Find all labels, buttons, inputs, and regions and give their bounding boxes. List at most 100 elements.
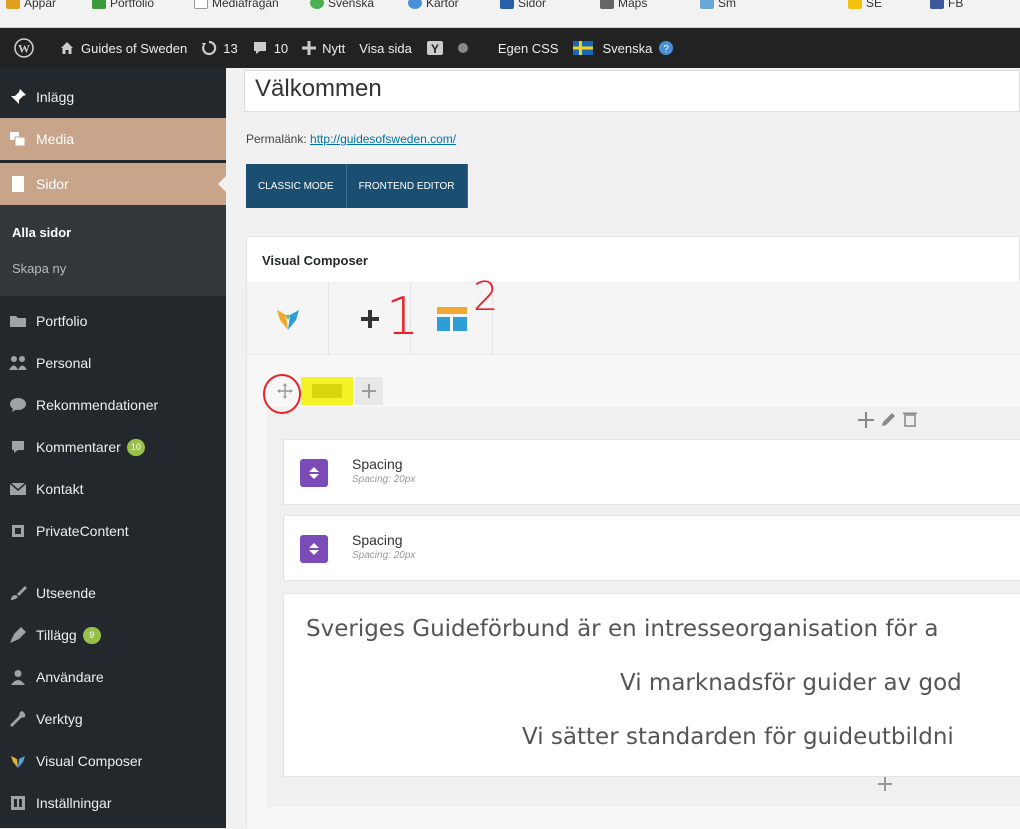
new-content-link[interactable]: Nytt (295, 28, 352, 68)
yoast-icon: Y (426, 41, 443, 56)
bookmark-icon (310, 0, 324, 9)
page-icon (194, 0, 208, 9)
sidebar-item-users[interactable]: Användare (0, 656, 226, 698)
vc-logo-icon (276, 310, 299, 330)
spacing-element[interactable]: Spacing Spacing: 20px (283, 515, 1020, 581)
sidebar-item-privatecontent[interactable]: PrivateContent (0, 510, 226, 552)
bookmark-icon (848, 0, 862, 9)
comments-link[interactable]: 10 (245, 28, 295, 68)
bookmark-media[interactable]: Mediafrågan (194, 0, 279, 10)
lock-icon (0, 523, 36, 539)
pin-icon (0, 88, 36, 106)
bookmark-portfolio[interactable]: Portfolio (92, 0, 154, 10)
refresh-icon (202, 40, 217, 56)
move-icon (277, 383, 293, 399)
speech-icon (0, 397, 36, 413)
bookmark-sm[interactable]: Sm (700, 0, 736, 10)
sidebar-item-plugins[interactable]: Tillägg 9 (0, 614, 226, 656)
sidebar-item-posts[interactable]: Inlägg (0, 76, 226, 118)
sidebar-item-visual-composer[interactable]: Visual Composer (0, 740, 226, 782)
spacing-element[interactable]: Spacing Spacing: 20px (283, 439, 1020, 505)
sidebar-item-comments[interactable]: Kommentarer 10 (0, 426, 226, 468)
page-icon (0, 175, 36, 193)
submenu-new-page[interactable]: Skapa ny (12, 261, 66, 276)
add-icon[interactable] (857, 411, 875, 429)
sidebar-item-personal[interactable]: Personal (0, 342, 226, 384)
sidebar-item-portfolio[interactable]: Portfolio (0, 300, 226, 342)
post-title-input[interactable]: Välkommen (244, 70, 1020, 112)
comments-count-badge: 10 (126, 438, 145, 456)
text-line: Sveriges Guideförbund är en intresseorga… (306, 616, 939, 642)
mail-icon (0, 482, 36, 496)
help-globe-icon: ? (659, 41, 674, 55)
bookmarks-bar: Appar Portfolio Mediafrågan Svenska Kart… (0, 0, 1020, 28)
layout-icon (312, 384, 342, 398)
wordpress-icon: W (14, 38, 34, 58)
sidebar-item-pages[interactable]: Sidor (0, 163, 226, 205)
classic-mode-button[interactable]: CLASSIC MODE (246, 164, 347, 208)
trash-icon[interactable] (903, 411, 917, 427)
bookmark-se[interactable]: SE (848, 0, 882, 10)
row-move-handle[interactable] (271, 377, 299, 405)
bookmark-icon (500, 0, 514, 9)
wrench-icon (0, 710, 36, 728)
vc-logo-button[interactable] (247, 283, 329, 355)
bookmark-icon (700, 0, 714, 9)
vc-row: Spacing Spacing: 20px Spacing Spacing: 2… (267, 407, 1020, 807)
view-page-link[interactable]: Visa sida (352, 28, 419, 68)
svg-text:Y: Y (431, 42, 439, 56)
sidebar-item-media[interactable]: Media (0, 118, 226, 160)
plugins-count-badge: 9 (82, 626, 101, 644)
updates-link[interactable]: 13 (194, 28, 244, 68)
user-icon (0, 669, 36, 685)
sidebar-item-contact[interactable]: Kontakt (0, 468, 226, 510)
bookmark-fb[interactable]: FB (930, 0, 963, 10)
text-line: Vi sätter standarden för guideutbildni (522, 724, 954, 750)
add-element-bottom-button[interactable] (877, 775, 893, 798)
yoast-seo-menu[interactable]: Y (419, 28, 475, 68)
bookmark-sidor[interactable]: Sidor (500, 0, 546, 10)
row-add-column-button[interactable] (355, 377, 383, 405)
wordpress-logo[interactable]: W (0, 28, 52, 68)
sidebar-item-recommendations[interactable]: Rekommendationer (0, 384, 226, 426)
sidebar-item-settings[interactable]: Inställningar (0, 782, 226, 824)
vc-panel-title: Visual Composer (247, 237, 1020, 283)
bookmark-icon (408, 0, 422, 9)
apps-icon (6, 0, 20, 9)
bookmark-icon (92, 0, 106, 9)
folder-icon (0, 314, 36, 328)
custom-css-link[interactable]: Egen CSS (491, 28, 566, 68)
vc-icon (0, 753, 36, 769)
submenu-all-pages[interactable]: Alla sidor (12, 225, 71, 240)
text-block-element[interactable]: Sveriges Guideförbund är en intresseorga… (283, 593, 1020, 777)
bookmark-maps[interactable]: Maps (600, 0, 647, 10)
column-tools (857, 411, 917, 429)
language-switcher[interactable]: Svenska ? (566, 28, 688, 68)
bookmark-kartor[interactable]: Kartor (408, 0, 459, 10)
brush-icon (0, 584, 36, 602)
admin-bar: W Guides of Sweden 13 10 Nytt Visa sida … (0, 28, 1020, 68)
site-name-link[interactable]: Guides of Sweden (52, 28, 194, 68)
vc-templates-button[interactable] (411, 283, 493, 355)
bookmark-svenska[interactable]: Svenska (310, 0, 374, 10)
templates-icon (436, 307, 467, 331)
permalink-url[interactable]: http://guidesofsweden.com/ (310, 132, 456, 146)
sidebar-item-tools[interactable]: Verktyg (0, 698, 226, 740)
bookmark-apps[interactable]: Appar (6, 0, 56, 10)
plugin-icon (0, 626, 36, 644)
spacing-icon (300, 459, 328, 487)
settings-icon (0, 795, 36, 811)
row-controls (271, 377, 385, 405)
permalink: Permalänk: http://guidesofsweden.com/ (246, 132, 457, 146)
frontend-editor-button[interactable]: FRONTEND EDITOR (346, 164, 468, 208)
text-line: Vi marknadsför guider av god (620, 670, 962, 696)
edit-pencil-icon[interactable] (881, 411, 897, 427)
vc-add-element-button[interactable] (329, 283, 411, 355)
editor-main: Välkommen Permalänk: http://guidesofswed… (226, 68, 1020, 829)
svg-text:W: W (18, 42, 30, 56)
row-layout-button[interactable] (301, 377, 353, 405)
people-icon (0, 355, 36, 371)
sidebar-item-appearance[interactable]: Utseende (0, 572, 226, 614)
comment-icon (0, 439, 36, 455)
bookmark-icon (600, 0, 614, 9)
